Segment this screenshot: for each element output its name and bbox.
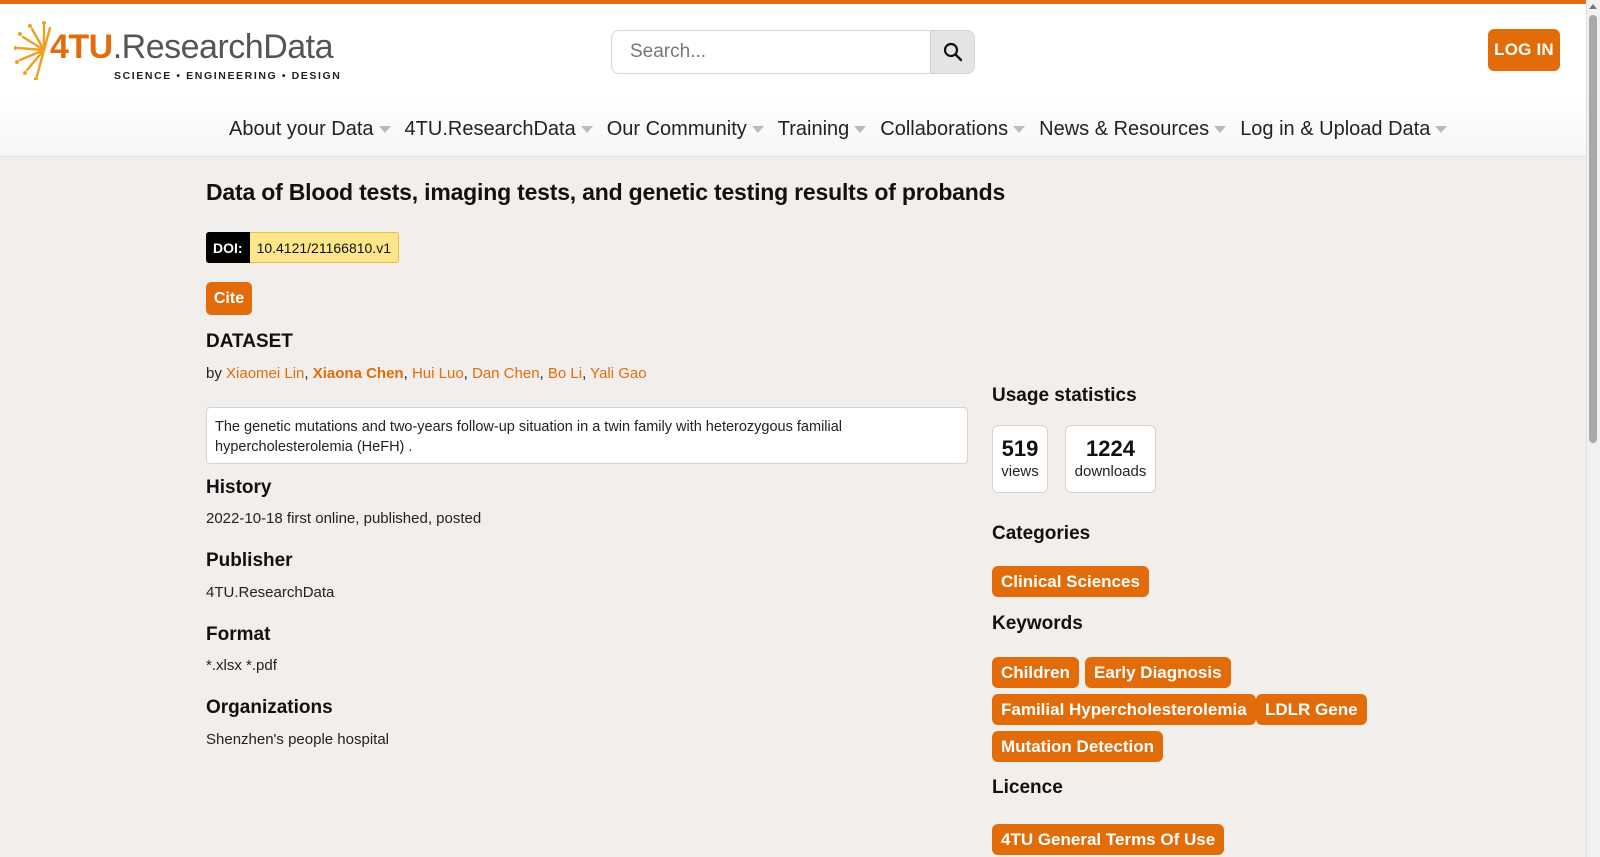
format-heading: Format [206, 624, 271, 645]
caret-down-icon [751, 126, 764, 133]
nav-item-login-upload[interactable]: Log in & Upload Data [1240, 118, 1448, 141]
nav-item-4tu-researchdata[interactable]: 4TU.ResearchData [405, 118, 593, 141]
nav-item-label: Collaborations [880, 118, 1009, 140]
nav-item-news-resources[interactable]: News & Resources [1039, 118, 1227, 141]
search-input[interactable] [611, 30, 931, 74]
views-label: views [1001, 463, 1039, 480]
author-link[interactable]: Hui Luo [412, 365, 464, 382]
nav-item-our-community[interactable]: Our Community [607, 118, 764, 141]
nav-item-label: Training [777, 118, 850, 140]
author-link[interactable]: Bo Li [548, 365, 582, 382]
author-link[interactable]: Xiaona Chen [313, 365, 404, 382]
description-box: The genetic mutations and two-years foll… [206, 407, 968, 464]
categories-heading: Categories [992, 523, 1091, 544]
doi-label: DOI: [206, 232, 250, 263]
category-tag[interactable]: Clinical Sciences [992, 566, 1149, 597]
format-value: *.xlsx *.pdf [206, 657, 277, 674]
doi-value[interactable]: 10.4121/21166810.v1 [249, 232, 399, 263]
author-link[interactable]: Xiaomei Lin [226, 365, 304, 382]
logo-wordmark: 4TU.ResearchData [50, 28, 334, 67]
nav-item-label: About your Data [229, 118, 374, 140]
downloads-stat: 1224 downloads [1065, 425, 1156, 493]
cite-button[interactable]: Cite [206, 282, 252, 315]
keywords-heading: Keywords [992, 613, 1083, 634]
dataset-type-heading: DATASET [206, 331, 293, 352]
keyword-tag[interactable]: LDLR Gene [1256, 694, 1367, 725]
nav-item-label: 4TU.ResearchData [404, 118, 576, 140]
keyword-tag[interactable]: Early Diagnosis [1085, 657, 1231, 688]
author-link[interactable]: Yali Gao [590, 365, 646, 382]
main-nav: About your Data 4TU.ResearchData Our Com… [229, 118, 1461, 141]
downloads-count: 1224 [1086, 436, 1135, 461]
scrollbar-thumb[interactable] [1589, 15, 1597, 443]
nav-item-about-your-data[interactable]: About your Data [229, 118, 391, 141]
keyword-tag[interactable]: Mutation Detection [992, 731, 1163, 762]
publisher-value: 4TU.ResearchData [206, 584, 335, 601]
caret-down-icon [1435, 126, 1448, 133]
views-stat: 519 views [992, 425, 1048, 493]
nav-item-label: Our Community [606, 118, 747, 140]
author-link[interactable]: Dan Chen [472, 365, 540, 382]
downloads-label: downloads [1074, 463, 1147, 480]
scroll-up-icon[interactable] [1589, 4, 1597, 9]
dataset-page: Data of Blood tests, imaging tests, and … [0, 157, 1586, 857]
login-button[interactable]: LOG IN [1488, 29, 1560, 71]
search-icon [943, 42, 962, 62]
licence-heading: Licence [992, 777, 1063, 798]
logo-tagline: SCIENCE • ENGINEERING • DESIGN [114, 70, 342, 82]
views-count: 519 [1001, 436, 1039, 461]
history-value: 2022-10-18 first online, published, post… [206, 510, 482, 527]
search-form [611, 30, 975, 74]
keyword-tag[interactable]: Familial Hypercholesterolemia [992, 694, 1256, 725]
keyword-tag[interactable]: Children [992, 657, 1079, 688]
page-scrollbar[interactable] [1586, 0, 1600, 857]
nav-item-training[interactable]: Training [778, 118, 867, 141]
caret-down-icon [580, 126, 593, 133]
caret-down-icon [1214, 126, 1227, 133]
logo-brand-grey: .ResearchData [112, 28, 334, 66]
logo-brand-orange: 4TU [50, 28, 113, 66]
site-header: 4TU.ResearchData SCIENCE • ENGINEERING •… [0, 4, 1586, 157]
by-label: by [206, 365, 222, 382]
nav-item-label: News & Resources [1039, 118, 1210, 140]
doi-badge: DOI: 10.4121/21166810.v1 [206, 232, 399, 263]
publisher-heading: Publisher [206, 550, 293, 571]
search-button[interactable] [931, 30, 975, 74]
licence-tag[interactable]: 4TU General Terms Of Use [992, 824, 1225, 855]
caret-down-icon [854, 126, 867, 133]
usage-statistics-heading: Usage statistics [992, 385, 1137, 406]
nav-item-label: Log in & Upload Data [1240, 118, 1431, 140]
site-logo[interactable]: 4TU.ResearchData SCIENCE • ENGINEERING •… [14, 18, 340, 84]
history-heading: History [206, 477, 272, 498]
nav-item-collaborations[interactable]: Collaborations [880, 118, 1026, 141]
authors-line: by Xiaomei Lin, Xiaona Chen, Hui Luo, Da… [206, 365, 647, 382]
caret-down-icon [378, 126, 391, 133]
organizations-heading: Organizations [206, 697, 333, 718]
caret-down-icon [1013, 126, 1026, 133]
page-title: Data of Blood tests, imaging tests, and … [206, 179, 1006, 205]
organizations-value: Shenzhen's people hospital [206, 731, 390, 748]
